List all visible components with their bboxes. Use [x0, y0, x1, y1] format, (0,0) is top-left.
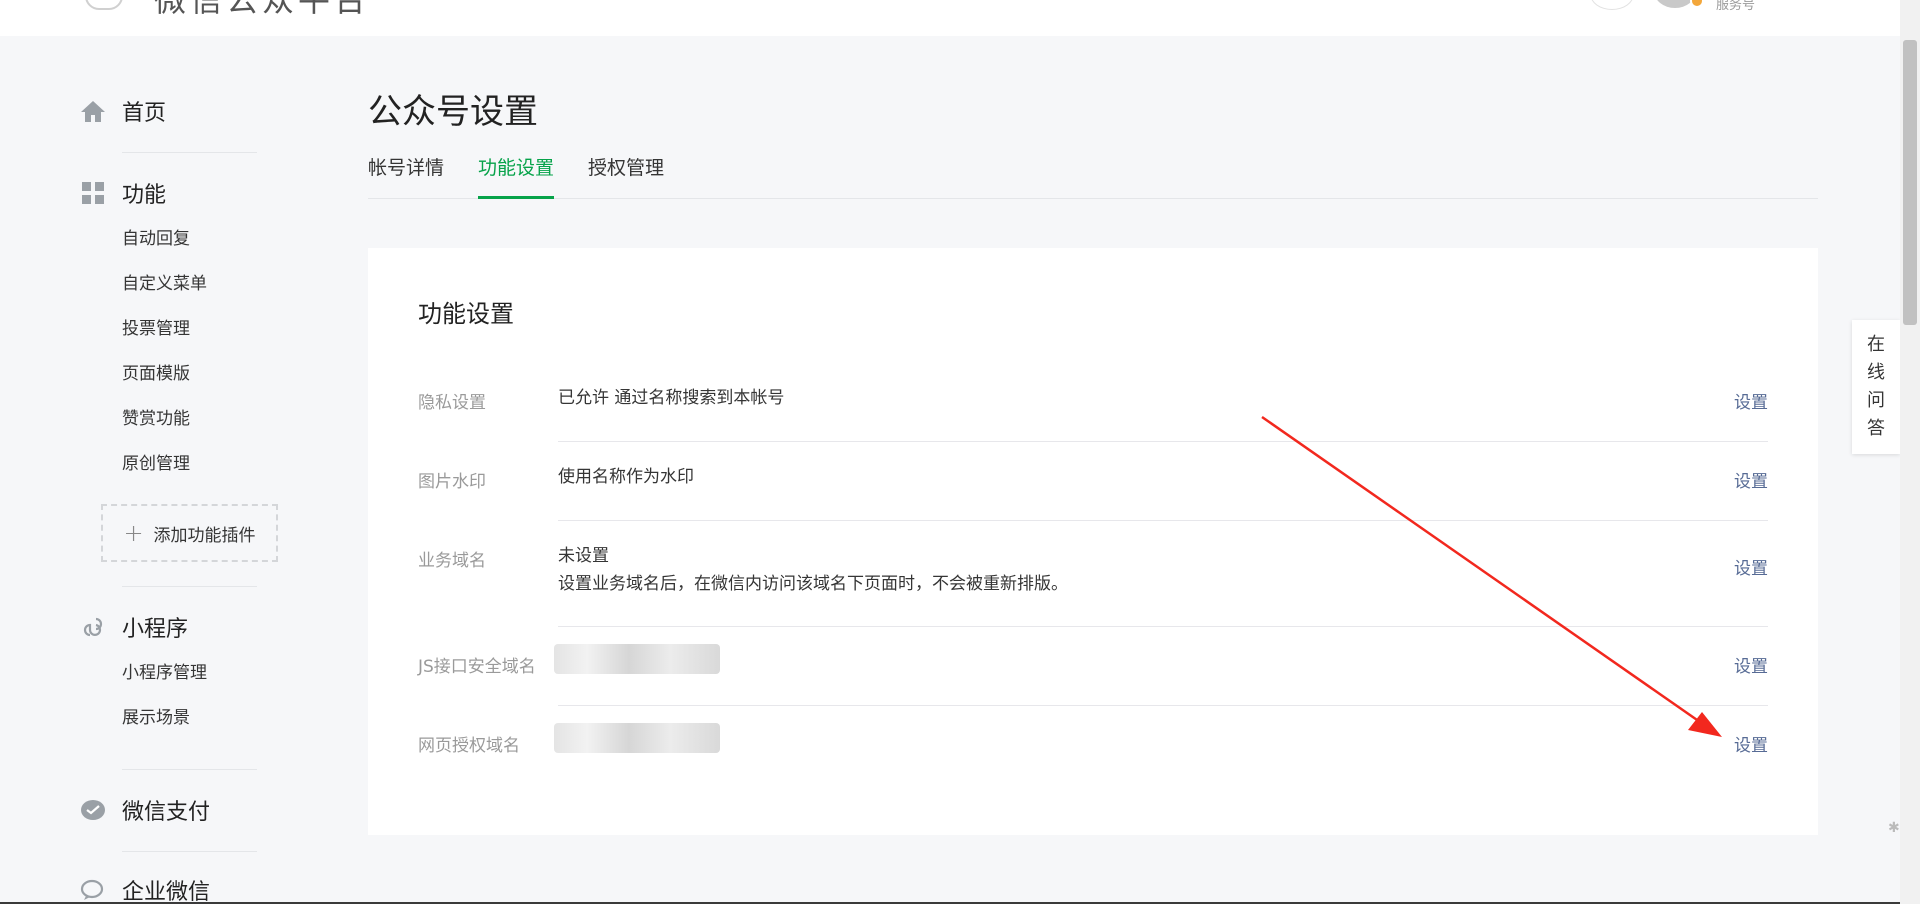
tab-authorization-management[interactable]: 授权管理: [588, 153, 664, 199]
online-help-button[interactable]: 在 线 问 答: [1852, 320, 1900, 454]
top-bar: 微信公众平台 服务号: [0, 0, 1900, 36]
setting-label: 隐私设置: [418, 393, 486, 413]
home-icon: [80, 98, 106, 124]
sidebar-item-label: 企业微信: [122, 880, 211, 904]
feature-settings-card: 功能设置 隐私设置 已允许 通过名称搜索到本帐号 设置 图片水印 使用名称作为水…: [368, 248, 1818, 835]
setting-label: JS接口安全域名: [418, 657, 536, 677]
sidebar-divider: [122, 851, 257, 852]
add-plugin-label: 添加功能插件: [153, 525, 256, 546]
setting-value: 使用名称作为水印: [558, 467, 694, 487]
settings-tabs: 帐号详情 功能设置 授权管理: [368, 153, 1818, 199]
setting-label: 图片水印: [418, 472, 486, 492]
setting-label: 业务域名: [418, 551, 486, 571]
grid-icon: [80, 180, 106, 206]
add-plugin-button[interactable]: + 添加功能插件: [101, 504, 278, 562]
sidebar-item-miniprogram-management[interactable]: 小程序管理: [80, 651, 280, 696]
sidebar-item-wechat-pay[interactable]: 微信支付: [80, 790, 280, 830]
help-char: 线: [1867, 362, 1885, 383]
row-divider: [558, 520, 1768, 521]
redacted-domain-value: [554, 723, 720, 753]
sidebar-item-label: 首页: [122, 101, 167, 126]
watermark-settings-link[interactable]: 设置: [1734, 467, 1768, 492]
sidebar-item-page-templates[interactable]: 页面模版: [80, 352, 280, 397]
sidebar-item-home[interactable]: 首页: [80, 91, 280, 131]
sidebar-item-enterprise-wechat[interactable]: 企业微信: [80, 870, 280, 904]
plus-icon: +: [123, 519, 144, 547]
wechat-logo-icon[interactable]: [85, 0, 123, 10]
setting-note: 设置业务域名后，在微信内访问该域名下页面时，不会被重新排版。: [558, 574, 1068, 594]
scrollbar-thumb[interactable]: [1903, 40, 1917, 325]
sidebar: 首页 功能 自动回复 自定义菜单 投票管理 页面模版 赞赏功能 原创管理 + 添…: [0, 36, 290, 904]
enterprise-wechat-icon: [80, 877, 106, 903]
sidebar-item-label: 微信支付: [122, 800, 211, 825]
sidebar-divider: [122, 586, 257, 587]
row-divider: [558, 441, 1768, 442]
sidebar-item-custom-menu[interactable]: 自定义菜单: [80, 262, 280, 307]
sidebar-group-features: 功能 自动回复 自定义菜单 投票管理 页面模版 赞赏功能 原创管理: [80, 173, 280, 487]
sidebar-divider: [122, 152, 257, 153]
redacted-domain-value: [554, 644, 720, 674]
help-char: 问: [1867, 390, 1885, 411]
tab-account-details[interactable]: 帐号详情: [368, 153, 444, 199]
oauth-domain-settings-link[interactable]: 设置: [1734, 731, 1768, 756]
setting-value: 已允许 通过名称搜索到本帐号: [558, 388, 785, 408]
platform-logo-text[interactable]: 微信公众平台: [154, 0, 370, 16]
page-title: 公众号设置: [368, 92, 538, 132]
sidebar-item-original-management[interactable]: 原创管理: [80, 442, 280, 487]
card-title: 功能设置: [418, 300, 514, 328]
verified-badge-icon: [1690, 0, 1704, 8]
help-char: 答: [1867, 418, 1885, 439]
sidebar-item-miniprogram[interactable]: 小程序: [80, 607, 280, 647]
sidebar-item-display-scenes[interactable]: 展示场景: [80, 696, 280, 741]
sidebar-item-features[interactable]: 功能: [80, 173, 280, 213]
row-divider: [558, 626, 1768, 627]
row-divider: [558, 705, 1768, 706]
notification-button[interactable]: [1590, 0, 1634, 10]
sidebar-item-reward[interactable]: 赞赏功能: [80, 397, 280, 442]
sidebar-item-auto-reply[interactable]: 自动回复: [80, 217, 280, 262]
account-type-label: 服务号: [1716, 0, 1756, 13]
tab-feature-settings[interactable]: 功能设置: [478, 153, 555, 199]
setting-label: 网页授权域名: [418, 736, 520, 756]
sidebar-divider: [122, 769, 257, 770]
setting-value: 未设置: [558, 546, 609, 566]
sidebar-group-miniprogram: 小程序 小程序管理 展示场景: [80, 607, 280, 741]
miniprogram-icon: [80, 614, 106, 640]
pin-icon[interactable]: ✱: [1888, 820, 1900, 836]
wechat-pay-icon: [80, 797, 106, 823]
sidebar-item-label: 功能: [122, 183, 167, 208]
sidebar-item-vote-management[interactable]: 投票管理: [80, 307, 280, 352]
help-char: 在: [1867, 334, 1885, 355]
business-domain-settings-link[interactable]: 设置: [1734, 554, 1768, 579]
privacy-settings-link[interactable]: 设置: [1734, 388, 1768, 413]
sidebar-item-label: 小程序: [122, 617, 189, 642]
js-domain-settings-link[interactable]: 设置: [1734, 652, 1768, 677]
